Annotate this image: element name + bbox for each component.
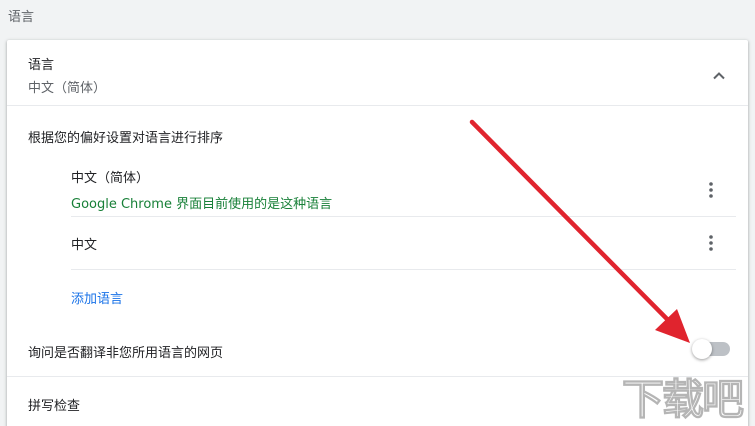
chevron-up-icon[interactable] [709, 66, 729, 86]
languages-header-title: 语言 [28, 58, 55, 73]
current-language: 中文（简体） [28, 81, 107, 96]
more-vert-icon[interactable] [703, 233, 719, 253]
language-item-name: 中文 [71, 238, 98, 253]
divider [71, 269, 736, 270]
spellcheck-label[interactable]: 拼写检查 [28, 395, 80, 414]
language-item-note: Google Chrome 界面目前使用的是这种语言 [71, 197, 333, 212]
divider [71, 216, 736, 217]
translate-offer-label: 询问是否翻译非您所用语言的网页 [28, 346, 224, 361]
more-vert-icon[interactable] [703, 180, 719, 200]
language-item-name: 中文（简体） [71, 171, 150, 186]
section-title: 语言 [8, 10, 35, 25]
divider [7, 105, 748, 106]
translate-toggle[interactable] [692, 339, 730, 359]
watermark-logo: 下载吧 [621, 375, 744, 425]
toggle-knob [692, 339, 712, 359]
add-language-link[interactable]: 添加语言 [71, 288, 123, 307]
sort-languages-label: 根据您的偏好设置对语言进行排序 [28, 131, 224, 146]
